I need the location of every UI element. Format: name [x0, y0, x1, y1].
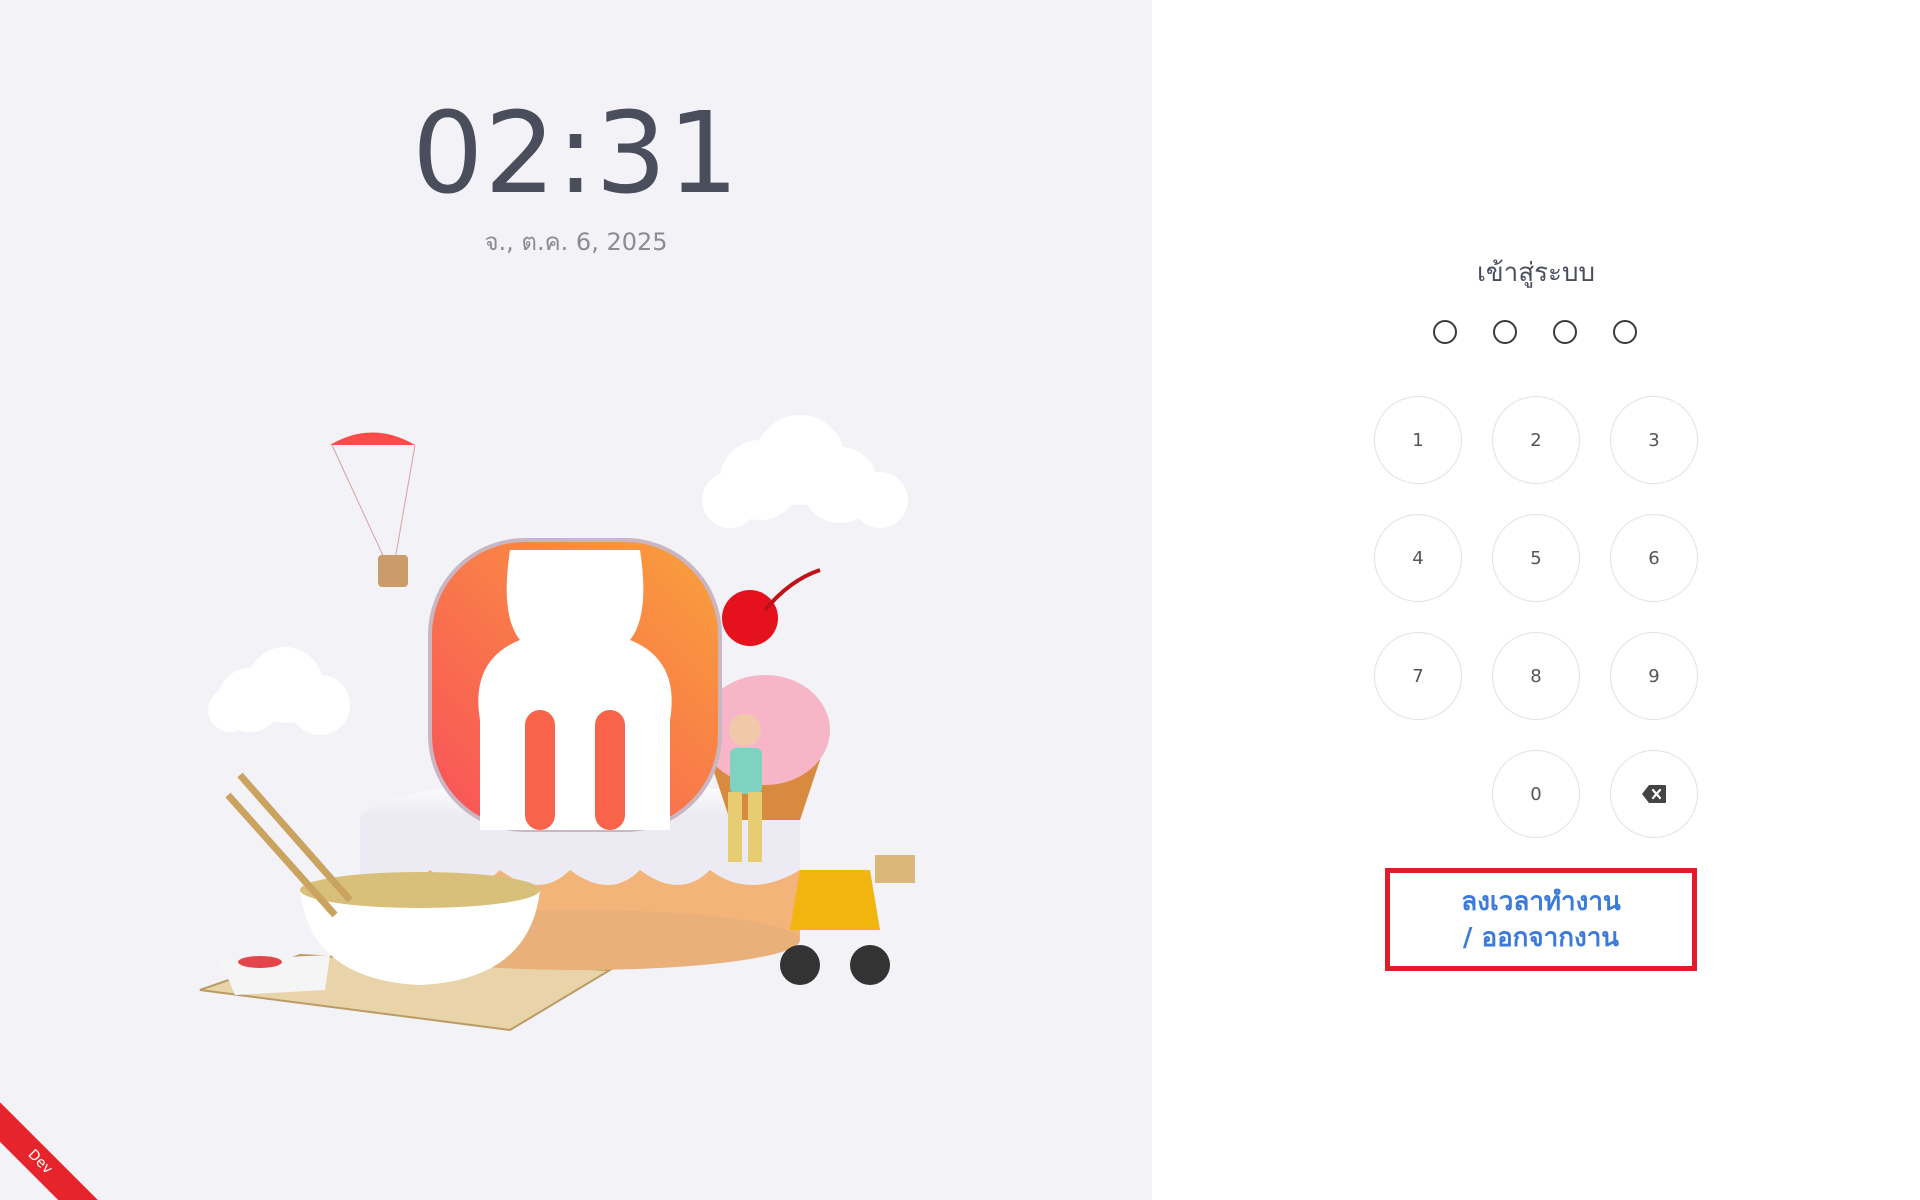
scooter-icon [780, 855, 915, 985]
backspace-icon [1642, 785, 1666, 803]
pin-dot [1613, 320, 1637, 344]
pin-indicator [1433, 320, 1637, 344]
key-2-button[interactable]: 2 [1492, 396, 1580, 484]
key-6-button[interactable]: 6 [1610, 514, 1698, 602]
key-1-button[interactable]: 1 [1374, 396, 1462, 484]
hero-illustration [199, 415, 915, 1032]
clock-date: จ., ต.ค. 6, 2025 [484, 228, 668, 256]
parachute-icon [330, 432, 415, 445]
clock-out-label: / ออกจากงาน [1462, 922, 1620, 953]
key-9-button[interactable]: 9 [1610, 632, 1698, 720]
person-icon [729, 714, 761, 746]
clock-time: 02:31 [412, 89, 740, 219]
key-4-button[interactable]: 4 [1374, 514, 1462, 602]
key-0-button[interactable]: 0 [1492, 750, 1580, 838]
backspace-button[interactable] [1610, 750, 1698, 838]
clock-in-out-button[interactable]: ลงเวลาทำงาน / ออกจากงาน [1385, 868, 1697, 971]
right-panel: เข้าสู่ระบบ 1 2 3 4 5 6 7 8 9 0 ลงเวลาทำ… [1152, 0, 1920, 1200]
left-panel: 02:31 จ., ต.ค. 6, 2025 Dev [0, 0, 1152, 1200]
cloud-icon [208, 647, 350, 735]
key-5-button[interactable]: 5 [1492, 514, 1580, 602]
clock-in-label: ลงเวลาทำงาน [1461, 886, 1621, 917]
cloud-icon [702, 415, 908, 528]
key-7-button[interactable]: 7 [1374, 632, 1462, 720]
pin-dot [1433, 320, 1457, 344]
fork-shape [478, 550, 672, 830]
key-8-button[interactable]: 8 [1492, 632, 1580, 720]
pin-dot [1493, 320, 1517, 344]
login-title: เข้าสู่ระบบ [1476, 258, 1596, 288]
dev-environment-badge: Dev [0, 1095, 107, 1200]
pin-dot [1553, 320, 1577, 344]
key-3-button[interactable]: 3 [1610, 396, 1698, 484]
